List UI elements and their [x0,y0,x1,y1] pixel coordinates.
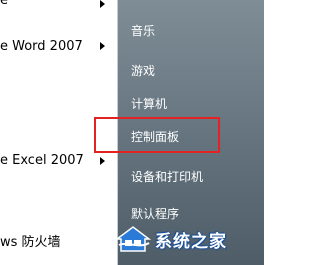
program-item-label: ws 防火墙 [0,235,61,250]
program-item-excel-2007[interactable]: e Excel 2007 [0,153,84,168]
program-item-label: e Word 2007 [0,39,83,54]
program-item-label: e Excel 2007 [0,153,84,168]
menu-item-games[interactable]: 游戏 [131,62,155,79]
watermark: 系统之家 [115,222,227,256]
watermark-text: 系统之家 [155,231,227,252]
menu-item-music[interactable]: 音乐 [131,22,155,39]
program-item-label: e [0,0,8,8]
house-logo-icon [115,226,151,252]
menu-item-label: 计算机 [131,97,168,111]
program-item-word-2007[interactable]: e Word 2007 [0,39,83,54]
submenu-arrow-icon[interactable] [100,0,105,8]
control-panel-highlight-box [94,117,220,153]
menu-item-label: 设备和打印机 [131,170,204,184]
program-item-truncated[interactable]: e [0,0,8,8]
program-item-firewall[interactable]: ws 防火墙 [0,231,61,250]
menu-item-devices-printers[interactable]: 设备和打印机 [131,168,203,185]
submenu-arrow-icon[interactable] [100,42,105,50]
menu-item-computer[interactable]: 计算机 [131,95,167,112]
submenu-arrow-icon[interactable] [100,157,105,165]
menu-item-label: 游戏 [131,64,156,78]
menu-item-default-programs[interactable]: 默认程序 [131,205,179,222]
menu-item-label: 音乐 [131,24,156,38]
menu-item-label: 默认程序 [131,207,180,221]
